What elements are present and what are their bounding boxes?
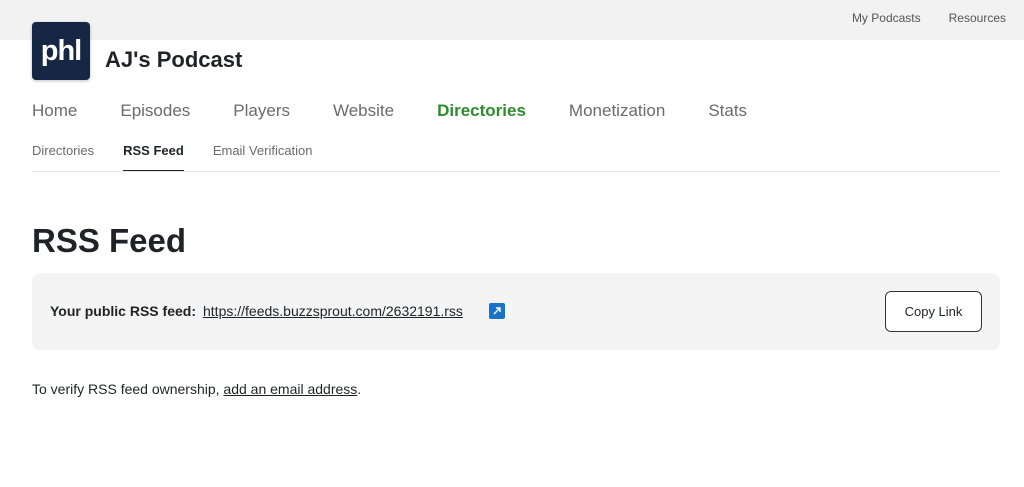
nav-directories[interactable]: Directories xyxy=(437,101,526,121)
verify-suffix: . xyxy=(357,381,362,397)
subnav-rss-feed[interactable]: RSS Feed xyxy=(123,143,184,172)
verify-prefix: To verify RSS feed ownership, xyxy=(32,381,224,397)
copy-link-button[interactable]: Copy Link xyxy=(885,291,982,332)
nav-stats[interactable]: Stats xyxy=(708,101,747,121)
nav-website[interactable]: Website xyxy=(333,101,394,121)
sub-nav: Directories RSS Feed Email Verification xyxy=(32,143,313,172)
nav-episodes[interactable]: Episodes xyxy=(120,101,190,121)
nav-monetization[interactable]: Monetization xyxy=(569,101,665,121)
top-bar: My Podcasts Resources xyxy=(0,0,1024,40)
verify-ownership-text: To verify RSS feed ownership, add an ema… xyxy=(32,381,361,397)
my-podcasts-link[interactable]: My Podcasts xyxy=(852,11,921,25)
subnav-divider xyxy=(32,171,1000,172)
logo-text: phl xyxy=(40,34,82,67)
podcast-title: AJ's Podcast xyxy=(105,47,243,72)
add-email-link[interactable]: add an email address xyxy=(223,381,357,397)
page-title: RSS Feed xyxy=(32,222,187,259)
subnav-email-verification[interactable]: Email Verification xyxy=(213,143,313,172)
external-link-icon[interactable] xyxy=(489,303,505,319)
rss-feed-panel: Your public RSS feed: https://feeds.buzz… xyxy=(32,273,1000,350)
subnav-directories[interactable]: Directories xyxy=(32,143,94,172)
resources-link[interactable]: Resources xyxy=(949,11,1006,25)
main-nav: Home Episodes Players Website Directorie… xyxy=(32,101,747,121)
top-links: My Podcasts Resources xyxy=(852,11,1006,25)
feed-label: Your public RSS feed: xyxy=(50,303,196,319)
podcast-logo[interactable]: phl xyxy=(32,22,90,80)
nav-home[interactable]: Home xyxy=(32,101,77,121)
nav-players[interactable]: Players xyxy=(233,101,290,121)
feed-url-link[interactable]: https://feeds.buzzsprout.com/2632191.rss xyxy=(203,303,463,319)
